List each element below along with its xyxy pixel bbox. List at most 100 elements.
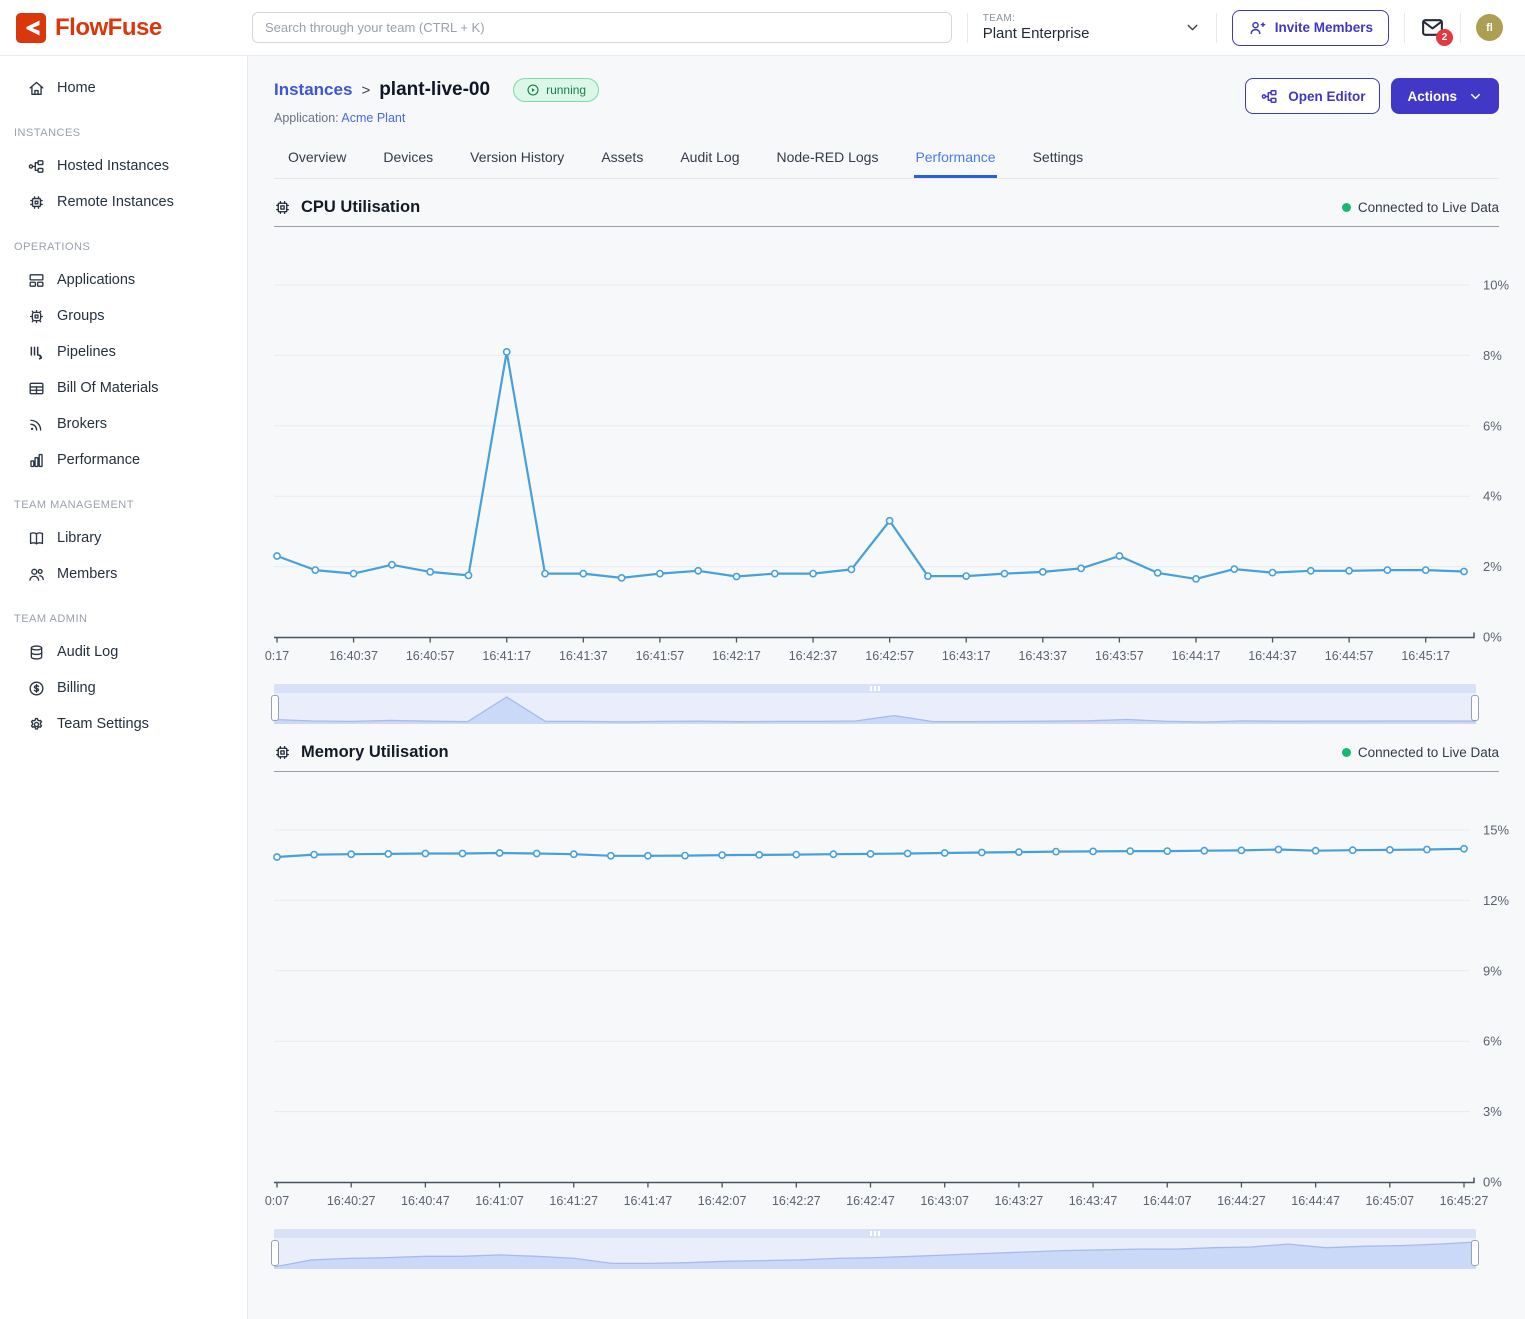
svg-text:10%: 10%: [1483, 278, 1509, 293]
svg-text:0%: 0%: [1483, 1175, 1502, 1190]
tab-version-history[interactable]: Version History: [469, 140, 565, 178]
svg-text:16:41:07: 16:41:07: [475, 1194, 524, 1208]
tab-overview[interactable]: Overview: [287, 140, 347, 178]
svg-text:0:17: 0:17: [265, 649, 289, 663]
svg-text:16:41:47: 16:41:47: [624, 1194, 673, 1208]
sidebar-item-groups[interactable]: Groups: [0, 298, 247, 334]
sidebar-item-bill-of-materials[interactable]: Bill Of Materials: [0, 370, 247, 406]
svg-text:16:41:17: 16:41:17: [482, 649, 531, 663]
sidebar-item-label: Applications: [57, 272, 135, 288]
svg-text:6%: 6%: [1483, 1034, 1502, 1049]
team-label: TEAM:: [983, 13, 1090, 24]
svg-text:12%: 12%: [1483, 893, 1509, 908]
status-badge-label: running: [546, 83, 586, 97]
memory-utilisation-section: Memory Utilisation Connected to Live Dat…: [274, 743, 1499, 1269]
flowfuse-logo[interactable]: FlowFuse: [16, 13, 252, 43]
sidebar-item-billing[interactable]: Billing: [0, 670, 247, 706]
team-selector[interactable]: TEAM: Plant Enterprise: [983, 13, 1201, 42]
brush-left-handle[interactable]: [271, 695, 279, 721]
sidebar-item-performance[interactable]: Performance: [0, 442, 247, 478]
svg-text:16:42:17: 16:42:17: [712, 649, 761, 663]
brush-grip-icon: [874, 686, 876, 691]
brush-drag-bar[interactable]: [274, 684, 1476, 693]
sidebar-item-label: Pipelines: [57, 344, 116, 360]
actions-button[interactable]: Actions: [1391, 78, 1499, 114]
sidebar-item-home[interactable]: Home: [0, 70, 247, 106]
tab-performance[interactable]: Performance: [914, 140, 996, 178]
svg-text:8%: 8%: [1483, 348, 1502, 363]
svg-text:4%: 4%: [1483, 489, 1502, 504]
svg-text:0:07: 0:07: [265, 1194, 289, 1208]
cpu-brush-minichart: [274, 693, 1476, 724]
svg-text:3%: 3%: [1483, 1104, 1502, 1119]
sidebar-section-instances: INSTANCES: [14, 127, 247, 139]
sidebar-item-members[interactable]: Members: [0, 556, 247, 592]
svg-text:16:44:37: 16:44:37: [1248, 649, 1297, 663]
sidebar-item-label: Remote Instances: [57, 194, 174, 210]
svg-text:16:43:47: 16:43:47: [1069, 1194, 1118, 1208]
svg-text:16:40:37: 16:40:37: [329, 649, 378, 663]
svg-text:16:40:47: 16:40:47: [401, 1194, 450, 1208]
brush-right-handle[interactable]: [1471, 1240, 1479, 1266]
members-icon: [27, 565, 46, 584]
svg-text:16:44:57: 16:44:57: [1325, 649, 1374, 663]
avatar[interactable]: fl: [1476, 14, 1503, 41]
brush-drag-bar[interactable]: [274, 1229, 1476, 1238]
instance-name: plant-live-00: [379, 79, 490, 101]
sidebar-item-pipelines[interactable]: Pipelines: [0, 334, 247, 370]
sidebar-item-label: Audit Log: [57, 644, 118, 660]
open-editor-label: Open Editor: [1288, 89, 1365, 104]
divider: [1404, 13, 1405, 43]
svg-text:16:44:17: 16:44:17: [1172, 649, 1221, 663]
sidebar-item-remote-instances[interactable]: Remote Instances: [0, 184, 247, 220]
sidebar-item-label: Billing: [57, 680, 96, 696]
svg-text:16:41:27: 16:41:27: [549, 1194, 598, 1208]
open-editor-button[interactable]: Open Editor: [1245, 78, 1380, 114]
application-link[interactable]: Acme Plant: [341, 111, 405, 125]
svg-text:2%: 2%: [1483, 559, 1502, 574]
sidebar: Home INSTANCES Hosted Instances Remote I…: [0, 56, 248, 1319]
sidebar-item-team-settings[interactable]: Team Settings: [0, 706, 247, 742]
sidebar-item-label: Team Settings: [57, 716, 149, 732]
sidebar-item-applications[interactable]: Applications: [0, 262, 247, 298]
svg-text:16:43:17: 16:43:17: [942, 649, 991, 663]
tab-devices[interactable]: Devices: [382, 140, 434, 178]
brush-left-handle[interactable]: [271, 1240, 279, 1266]
tab-audit-log[interactable]: Audit Log: [679, 140, 740, 178]
brush-grip-icon: [874, 1231, 876, 1236]
svg-text:16:45:17: 16:45:17: [1401, 649, 1450, 663]
svg-text:16:42:07: 16:42:07: [698, 1194, 747, 1208]
memory-chart-range-brush[interactable]: [274, 1229, 1476, 1269]
main-content: Instances > plant-live-00 running Applic…: [248, 56, 1525, 1319]
database-icon: [27, 643, 46, 662]
invite-members-button[interactable]: Invite Members: [1232, 10, 1389, 46]
svg-text:16:44:07: 16:44:07: [1143, 1194, 1192, 1208]
chevron-down-icon: [1468, 89, 1483, 104]
tab-node-red-logs[interactable]: Node-RED Logs: [776, 140, 880, 178]
flowfuse-logo-icon: [16, 13, 46, 43]
notifications-button[interactable]: 2: [1420, 15, 1445, 40]
svg-text:16:43:57: 16:43:57: [1095, 649, 1144, 663]
breadcrumb-separator: >: [361, 82, 370, 99]
search-input[interactable]: [252, 12, 952, 43]
pipelines-icon: [27, 343, 46, 362]
svg-text:15%: 15%: [1483, 823, 1509, 838]
brush-right-handle[interactable]: [1471, 695, 1479, 721]
sidebar-item-hosted-instances[interactable]: Hosted Instances: [0, 148, 247, 184]
status-badge: running: [513, 78, 599, 102]
sidebar-item-audit-log[interactable]: Audit Log: [0, 634, 247, 670]
tab-settings[interactable]: Settings: [1032, 140, 1085, 178]
live-status-dot: [1342, 203, 1351, 212]
svg-text:16:44:47: 16:44:47: [1291, 1194, 1340, 1208]
breadcrumb-instances-link[interactable]: Instances: [274, 80, 352, 100]
svg-text:16:43:37: 16:43:37: [1018, 649, 1067, 663]
cpu-chart-range-brush[interactable]: [274, 684, 1476, 724]
sidebar-item-brokers[interactable]: Brokers: [0, 406, 247, 442]
header-actions: Open Editor Actions: [1245, 78, 1499, 114]
tab-assets[interactable]: Assets: [600, 140, 644, 178]
divider: [967, 13, 968, 43]
sidebar-item-label: Bill Of Materials: [57, 380, 159, 396]
brand-name: FlowFuse: [55, 14, 162, 42]
groups-icon: [27, 307, 46, 326]
sidebar-item-library[interactable]: Library: [0, 520, 247, 556]
